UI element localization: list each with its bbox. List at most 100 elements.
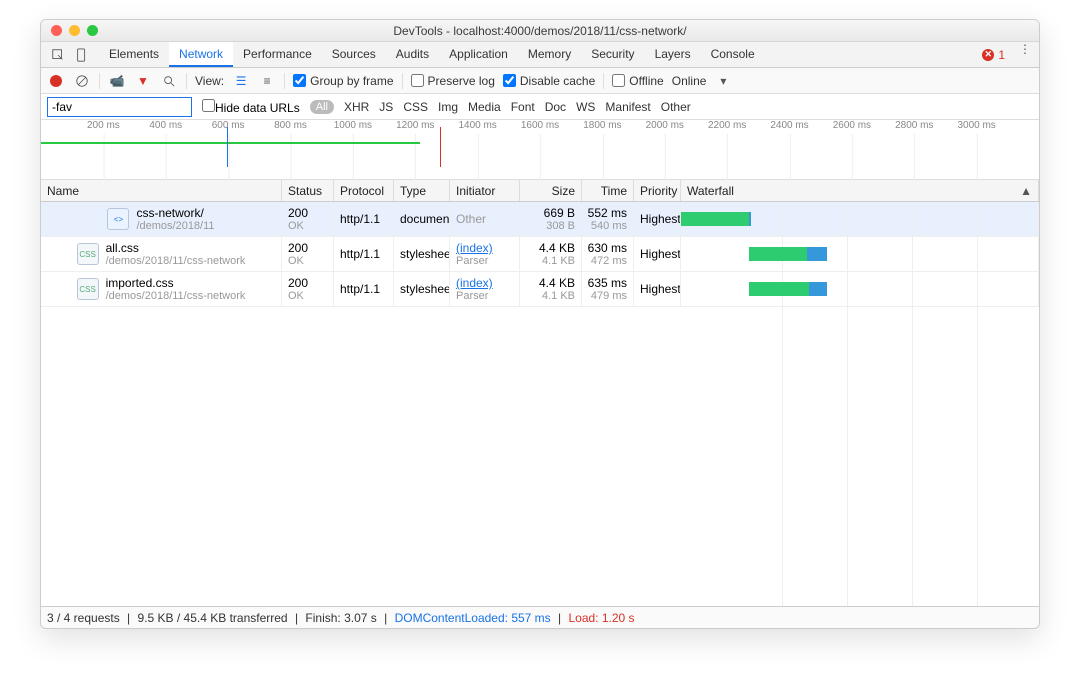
menu-icon[interactable]: ⋮ <box>1011 42 1039 67</box>
table-row[interactable]: <>css-network//demos/2018/11200OKhttp/1.… <box>41 202 1039 237</box>
table-row[interactable]: CSSimported.css/demos/2018/11/css-networ… <box>41 272 1039 307</box>
timeline-tick: 1200 ms <box>396 120 434 131</box>
table-header: Name Status Protocol Type Initiator Size… <box>41 180 1039 202</box>
error-count: 1 <box>998 48 1005 62</box>
offline-checkbox[interactable]: Offline <box>612 74 663 88</box>
size-sub: 4.1 KB <box>542 255 575 267</box>
initiator[interactable]: (index) <box>456 276 513 290</box>
status-requests: 3 / 4 requests <box>47 611 120 625</box>
timeline-tick: 2600 ms <box>833 120 871 131</box>
priority: Highest <box>634 237 681 271</box>
status-finish: Finish: 3.07 s <box>305 611 376 625</box>
status-bar: 3 / 4 requests | 9.5 KB / 45.4 KB transf… <box>41 606 1039 628</box>
col-initiator[interactable]: Initiator <box>450 180 520 201</box>
group-by-frame-checkbox[interactable]: Group by frame <box>293 74 393 88</box>
minimize-icon[interactable] <box>69 25 80 36</box>
tab-performance[interactable]: Performance <box>233 42 322 67</box>
status-text: OK <box>288 290 327 302</box>
tab-audits[interactable]: Audits <box>386 42 439 67</box>
timeline-tick: 1400 ms <box>458 120 496 131</box>
tab-memory[interactable]: Memory <box>518 42 581 67</box>
table-row[interactable]: CSSall.css/demos/2018/11/css-network200O… <box>41 237 1039 272</box>
search-icon[interactable] <box>160 72 178 90</box>
timeline-tick: 1000 ms <box>334 120 372 131</box>
col-time[interactable]: Time <box>582 180 634 201</box>
filter-toolbar: Hide data URLs All XHR JS CSS Img Media Font Do… <box>41 94 1039 120</box>
inspect-icon[interactable] <box>49 46 67 64</box>
error-icon: ✕ <box>982 49 994 61</box>
tab-application[interactable]: Application <box>439 42 518 67</box>
titlebar: DevTools - localhost:4000/demos/2018/11/… <box>41 20 1039 42</box>
timeline-tick: 2800 ms <box>895 120 933 131</box>
timeline-tick: 3000 ms <box>957 120 995 131</box>
status-text: OK <box>288 255 327 267</box>
timeline-overview[interactable]: 200 ms400 ms600 ms800 ms1000 ms1200 ms14… <box>41 120 1039 180</box>
device-icon[interactable] <box>73 46 91 64</box>
close-icon[interactable] <box>51 25 62 36</box>
status-transferred: 9.5 KB / 45.4 KB transferred <box>138 611 288 625</box>
filter-input[interactable] <box>47 97 192 117</box>
tab-console[interactable]: Console <box>701 42 765 67</box>
col-priority[interactable]: Priority <box>634 180 681 201</box>
status-code: 200 <box>288 206 327 220</box>
filter-chip-manifest[interactable]: Manifest <box>605 100 650 114</box>
initiator[interactable]: (index) <box>456 241 513 255</box>
request-name: all.css <box>106 241 246 255</box>
film-view-icon[interactable]: ≡ <box>258 72 276 90</box>
tab-layers[interactable]: Layers <box>645 42 701 67</box>
window-title: DevTools - localhost:4000/demos/2018/11/… <box>393 24 686 38</box>
timeline-tick: 2200 ms <box>708 120 746 131</box>
clear-button[interactable] <box>73 72 91 90</box>
protocol: http/1.1 <box>334 202 394 236</box>
view-label: View: <box>195 74 224 88</box>
priority: Highest <box>634 272 681 306</box>
tab-elements[interactable]: Elements <box>99 42 169 67</box>
chevron-down-icon[interactable]: ▾ <box>714 72 732 90</box>
filter-icon[interactable]: ▼ <box>134 72 152 90</box>
camera-icon[interactable]: 📹 <box>108 72 126 90</box>
zoom-icon[interactable] <box>87 25 98 36</box>
throttle-select[interactable]: Online <box>672 74 707 88</box>
timeline-tick: 1800 ms <box>583 120 621 131</box>
disable-cache-checkbox[interactable]: Disable cache <box>503 74 595 88</box>
filter-chip-doc[interactable]: Doc <box>545 100 566 114</box>
request-name: css-network/ <box>136 206 214 220</box>
protocol: http/1.1 <box>334 237 394 271</box>
initiator-sub: Parser <box>456 290 513 302</box>
col-type[interactable]: Type <box>394 180 450 201</box>
hide-data-urls-checkbox[interactable]: Hide data URLs <box>202 99 300 115</box>
tab-network[interactable]: Network <box>169 42 233 67</box>
filter-chip-font[interactable]: Font <box>511 100 535 114</box>
timeline-tick: 2000 ms <box>646 120 684 131</box>
request-table: Name Status Protocol Type Initiator Size… <box>41 180 1039 606</box>
tab-security[interactable]: Security <box>581 42 644 67</box>
filter-chip-xhr[interactable]: XHR <box>344 100 369 114</box>
type: stylesheet <box>394 272 450 306</box>
filter-chip-all[interactable]: All <box>310 100 334 114</box>
col-protocol[interactable]: Protocol <box>334 180 394 201</box>
filter-chip-media[interactable]: Media <box>468 100 501 114</box>
status-code: 200 <box>288 276 327 290</box>
status-dcl: DOMContentLoaded: 557 ms <box>395 611 551 625</box>
type: document <box>394 202 450 236</box>
initiator: Other <box>456 212 513 226</box>
preserve-log-checkbox[interactable]: Preserve log <box>411 74 495 88</box>
time: 552 ms <box>588 206 627 220</box>
list-view-icon[interactable]: ☰ <box>232 72 250 90</box>
col-status[interactable]: Status <box>282 180 334 201</box>
col-waterfall[interactable]: Waterfall▲ <box>681 180 1039 201</box>
waterfall-cell <box>681 237 1039 271</box>
col-name[interactable]: Name <box>41 180 282 201</box>
protocol: http/1.1 <box>334 272 394 306</box>
filter-chip-other[interactable]: Other <box>661 100 691 114</box>
error-badge[interactable]: ✕1 <box>982 42 1011 67</box>
filter-chip-js[interactable]: JS <box>379 100 393 114</box>
filter-chip-img[interactable]: Img <box>438 100 458 114</box>
time-sub: 472 ms <box>591 255 627 267</box>
filter-chip-css[interactable]: CSS <box>403 100 428 114</box>
record-button[interactable] <box>47 72 65 90</box>
size: 669 B <box>544 206 575 220</box>
tab-sources[interactable]: Sources <box>322 42 386 67</box>
filter-chip-ws[interactable]: WS <box>576 100 595 114</box>
col-size[interactable]: Size <box>520 180 582 201</box>
